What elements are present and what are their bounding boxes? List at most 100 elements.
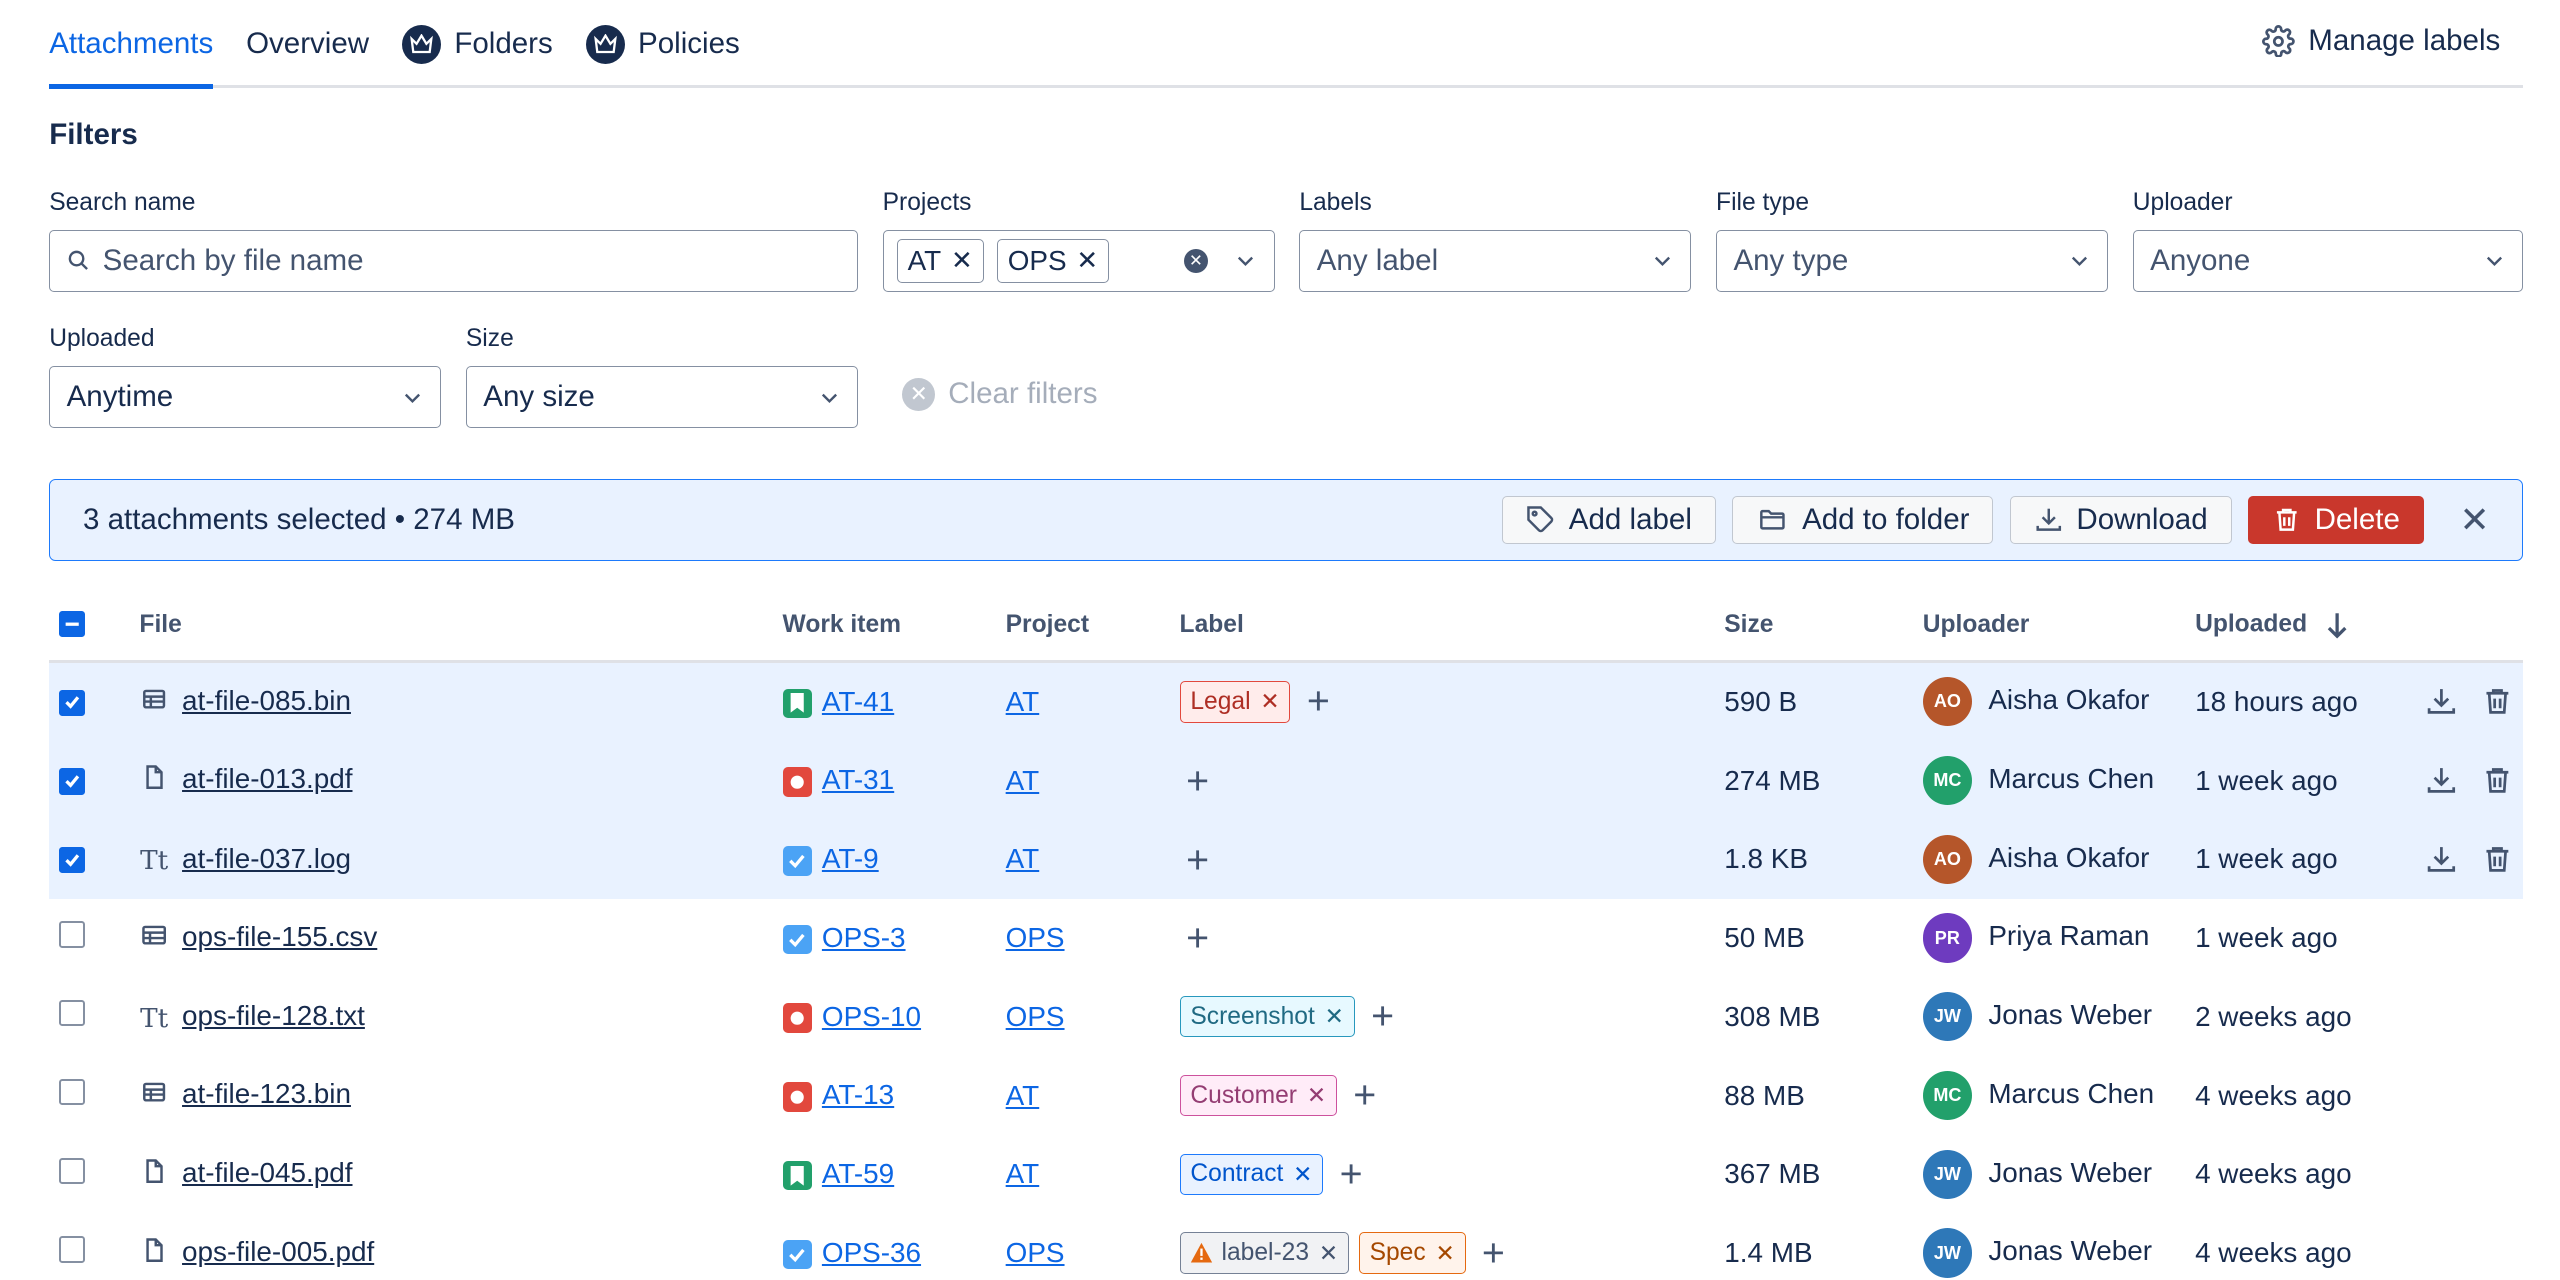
add-label-icon[interactable]: + [1186, 919, 1209, 958]
add-label-icon[interactable]: + [1186, 761, 1209, 800]
project-chip[interactable]: OPS ✕ [996, 238, 1110, 284]
projects-select[interactable]: AT ✕ OPS ✕ ✕ [882, 229, 1275, 292]
label-tag[interactable]: Spec ✕ [1358, 1232, 1466, 1274]
clear-projects-icon[interactable]: ✕ [1183, 248, 1209, 274]
table-row[interactable]: ops-file-155.csv OPS-3 OPS +50 MB PR Priya Ra… [49, 899, 2523, 978]
warning-icon [1191, 1243, 1213, 1263]
project-link[interactable]: OPS [1006, 1237, 1065, 1268]
project-link[interactable]: OPS [1006, 922, 1065, 953]
labels-select[interactable]: Any label [1299, 229, 1692, 292]
column-size[interactable]: Size [1724, 590, 1923, 663]
file-link[interactable]: at-file-123.bin [182, 1078, 351, 1109]
file-link[interactable]: ops-file-155.csv [182, 921, 377, 952]
project-link[interactable]: AT [1006, 765, 1040, 796]
add-label-icon[interactable]: + [1186, 840, 1209, 879]
trash-icon[interactable] [2481, 685, 2514, 718]
work-item-link[interactable]: AT-59 [822, 1158, 894, 1189]
download-icon[interactable] [2425, 843, 2458, 876]
work-item-link[interactable]: OPS-36 [822, 1237, 921, 1268]
project-link[interactable]: AT [1006, 843, 1040, 874]
close-icon[interactable]: ✕ [2450, 499, 2499, 541]
clear-filters-button[interactable]: ✕ Clear filters [902, 377, 1097, 411]
add-label-button[interactable]: Add label [1502, 496, 1716, 545]
add-label-icon[interactable]: + [1307, 682, 1330, 721]
project-link[interactable]: AT [1006, 1158, 1040, 1189]
table-row[interactable]: ops-file-005.pdf OPS-36 OPS label-23 ✕ Spec ✕ +… [49, 1214, 2523, 1280]
project-link[interactable]: AT [1006, 686, 1040, 717]
download-icon[interactable] [2425, 685, 2458, 718]
work-item-link[interactable]: OPS-3 [822, 922, 906, 953]
row-checkbox[interactable] [59, 847, 86, 874]
trash-icon[interactable] [2481, 843, 2514, 876]
work-item-link[interactable]: AT-41 [822, 686, 894, 717]
remove-label-icon[interactable]: ✕ [1307, 1082, 1326, 1109]
column-project[interactable]: Project [1005, 590, 1180, 663]
row-checkbox[interactable] [59, 1157, 86, 1184]
file-link[interactable]: at-file-085.bin [182, 685, 351, 716]
work-item-link[interactable]: AT-9 [822, 843, 879, 874]
table-row[interactable]: Tt ops-file-128.txt OPS-10 OPS Screenshot ✕ +3… [49, 977, 2523, 1056]
remove-chip-icon[interactable]: ✕ [951, 245, 973, 276]
add-label-icon[interactable]: + [1340, 1154, 1363, 1193]
remove-label-icon[interactable]: ✕ [1435, 1240, 1454, 1267]
file-link[interactable]: at-file-037.log [182, 843, 351, 874]
column-file[interactable]: File [139, 590, 783, 663]
file-link[interactable]: ops-file-128.txt [182, 1000, 365, 1031]
remove-label-icon[interactable]: ✕ [1319, 1240, 1338, 1267]
tab-folders[interactable]: Folders [401, 3, 553, 85]
work-item-link[interactable]: OPS-10 [822, 1001, 921, 1032]
remove-label-icon[interactable]: ✕ [1325, 1003, 1344, 1030]
row-checkbox[interactable] [59, 1078, 86, 1106]
remove-label-icon[interactable]: ✕ [1260, 688, 1279, 715]
label-tag[interactable]: label-23 ✕ [1179, 1232, 1349, 1274]
label-tag[interactable]: Customer ✕ [1179, 1074, 1337, 1117]
work-item-link[interactable]: AT-13 [822, 1079, 894, 1110]
column-uploader[interactable]: Uploader [1922, 590, 2196, 663]
table-row[interactable]: Tt at-file-037.log AT-9 AT +1.8 KB AO Aisha Ok… [49, 819, 2524, 899]
delete-button[interactable]: Delete [2247, 496, 2424, 545]
file-link[interactable]: at-file-045.pdf [182, 1157, 352, 1188]
add-to-folder-button[interactable]: Add to folder [1732, 496, 1994, 545]
size-select[interactable]: Any size [465, 365, 858, 429]
label-tag[interactable]: Legal ✕ [1179, 681, 1291, 723]
file-type-select[interactable]: Any type [1716, 229, 2109, 292]
tab-attachments[interactable]: Attachments [49, 3, 214, 89]
label-tag[interactable]: Contract ✕ [1179, 1153, 1324, 1195]
tab-overview[interactable]: Overview [246, 3, 369, 85]
project-link[interactable]: AT [1006, 1080, 1040, 1111]
project-link[interactable]: OPS [1006, 1001, 1065, 1032]
trash-icon[interactable] [2481, 764, 2514, 797]
uploader-select[interactable]: Anyone [2132, 229, 2524, 292]
add-label-icon[interactable]: + [1482, 1233, 1505, 1272]
table-row[interactable]: at-file-085.bin AT-41 AT Legal ✕ +590 B AO Aish… [49, 661, 2524, 742]
uploaded-select[interactable]: Anytime [49, 365, 442, 429]
tab-policies[interactable]: Policies [585, 3, 740, 85]
work-item-link[interactable]: AT-31 [822, 764, 894, 795]
file-link[interactable]: ops-file-005.pdf [182, 1236, 374, 1267]
manage-labels-button[interactable]: Manage labels [2262, 0, 2500, 82]
table-row[interactable]: at-file-123.bin AT-13 AT Customer ✕ +88 MB MC M… [49, 1056, 2523, 1135]
row-checkbox[interactable] [59, 1236, 86, 1263]
select-all-checkbox[interactable] [59, 610, 86, 638]
row-checkbox[interactable] [59, 768, 86, 795]
work-item-story-icon [782, 688, 813, 719]
column-uploaded[interactable]: Uploaded [2195, 590, 2415, 663]
remove-label-icon[interactable]: ✕ [1293, 1161, 1312, 1188]
add-label-icon[interactable]: + [1353, 1075, 1376, 1114]
file-link[interactable]: at-file-013.pdf [182, 763, 352, 794]
row-checkbox[interactable] [59, 1000, 86, 1027]
download-icon[interactable] [2425, 764, 2458, 797]
label-tag[interactable]: Screenshot ✕ [1179, 996, 1355, 1038]
column-label[interactable]: Label [1179, 590, 1725, 663]
remove-chip-icon[interactable]: ✕ [1076, 245, 1098, 276]
download-button[interactable]: Download [2009, 496, 2232, 545]
column-work-item[interactable]: Work item [782, 590, 1006, 663]
project-chip[interactable]: AT ✕ [896, 238, 984, 284]
table-row[interactable]: at-file-013.pdf AT-31 AT +274 MB MC Marcus Ch… [49, 741, 2524, 820]
search-input[interactable]: Search by file name [49, 229, 859, 292]
add-label-icon[interactable]: + [1371, 997, 1394, 1036]
table-row[interactable]: at-file-045.pdf AT-59 AT Contract ✕ +367 MB JW… [49, 1135, 2523, 1214]
row-checkbox[interactable] [59, 689, 86, 716]
row-checkbox[interactable] [59, 921, 86, 948]
uploaded-cell: 4 weeks ago [2195, 1237, 2352, 1268]
